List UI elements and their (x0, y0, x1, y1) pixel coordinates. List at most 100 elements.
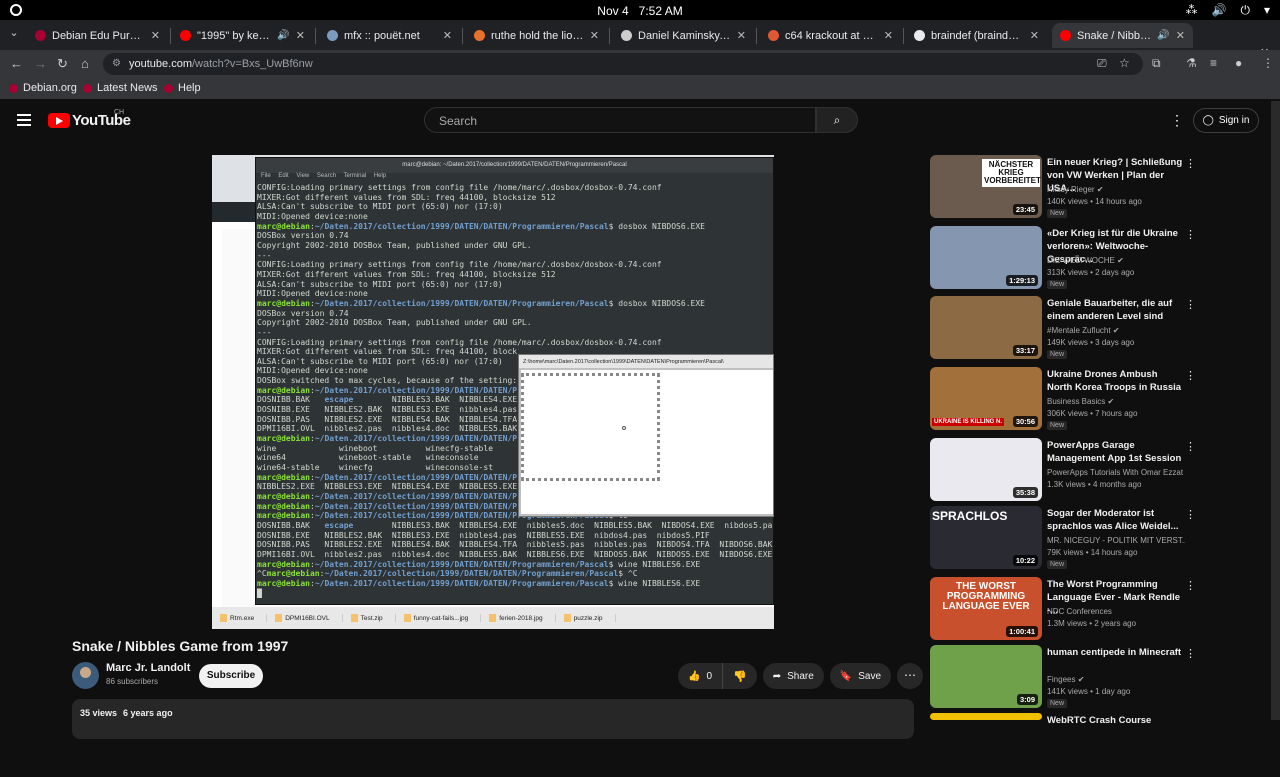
thumbnail-text: UKRAINE IS KILLING N. (932, 418, 1005, 426)
recommendation-menu-icon[interactable]: ⋮ (1185, 157, 1196, 170)
site-info-icon[interactable]: ⚙ (112, 58, 121, 69)
video-thumbnail[interactable]: UKRAINE IS KILLING N. 30:56 (930, 367, 1042, 430)
labs-icon[interactable]: ⚗ (1186, 56, 1197, 70)
duration-badge: 33:17 (1012, 345, 1038, 356)
forward-button[interactable]: → (34, 56, 47, 71)
recommendation-menu-icon[interactable]: ⋮ (1185, 579, 1196, 592)
guide-menu-icon[interactable] (17, 114, 31, 126)
volume-icon: 🔊 (1211, 3, 1227, 17)
back-button[interactable]: ← (10, 56, 23, 71)
video-thumbnail[interactable]: 33:17 (930, 296, 1042, 359)
audio-playing-icon[interactable]: 🔊 (1157, 30, 1169, 41)
description-box[interactable]: 35 views 6 years ago (72, 699, 914, 739)
recommendation-title[interactable]: PowerApps Garage Management App 1st Sess… (1047, 439, 1185, 465)
browser-tab[interactable]: mfx :: pouët.net ✕ (319, 23, 460, 48)
reload-button[interactable]: ↻ (57, 56, 68, 72)
dislike-button[interactable]: 👎 (723, 663, 757, 689)
recommendation-item[interactable]: 1:29:13 «Der Krieg ist für die Ukraine ve… (930, 226, 1270, 290)
sign-in-button[interactable]: ◯ Sign in (1193, 108, 1259, 133)
recommendation-item[interactable]: SPRACHLOS 10:22 Sogar der Moderator ist sp… (930, 506, 1270, 570)
recommendation-menu-icon[interactable]: ⋮ (1185, 440, 1196, 453)
recommendation-item[interactable]: 33:17 Geniale Bauarbeiter, die auf einem … (930, 296, 1270, 360)
recommendation-channel[interactable]: Krissy Rieger ✔ (1047, 185, 1185, 194)
more-actions-button[interactable]: ⋯ (897, 663, 924, 689)
tab-favicon-icon (180, 30, 191, 41)
browser-menu-icon[interactable]: ⋮ (1262, 56, 1274, 70)
bookmark-latest-news[interactable]: Latest News (83, 82, 158, 94)
tab-close-icon[interactable]: ✕ (151, 29, 160, 42)
recommendation-channel[interactable]: PowerApps Tutorials With Omar Ezzat (1047, 468, 1185, 477)
profile-icon[interactable]: ● (1235, 56, 1242, 70)
page-scrollbar[interactable] (1271, 101, 1280, 720)
search-input[interactable]: Search (424, 107, 816, 133)
settings-menu-icon[interactable]: ⋮ (1170, 112, 1184, 129)
recommendation-menu-icon[interactable]: ⋮ (1185, 508, 1196, 521)
browser-tab[interactable]: Debian Edu Pure Blend ✕ (27, 23, 168, 48)
tab-close-icon[interactable]: ✕ (884, 29, 893, 42)
recommendation-menu-icon[interactable]: ⋮ (1185, 228, 1196, 241)
video-thumbnail[interactable]: THE WORST PROGRAMMING LANGUAGE EVER 1:00:… (930, 577, 1042, 640)
save-button[interactable]: 🔖 Save (829, 663, 892, 689)
video-player[interactable]: marc@debian: ~/Daten.2017/collection/199… (212, 155, 774, 629)
share-button[interactable]: ➦ Share (762, 663, 824, 689)
recommendation-item[interactable]: NÄCHSTER KRIEG VORBEREITET 23:45 Ein neuer… (930, 155, 1270, 219)
browser-tab[interactable]: Daniel Kaminsky, Inter ✕ (613, 23, 754, 48)
tab-close-icon[interactable]: ✕ (443, 29, 452, 42)
recommendation-title[interactable]: Ukraine Drones Ambush North Korea Troops… (1047, 368, 1185, 394)
tab-close-icon[interactable]: ✕ (1030, 29, 1039, 42)
address-bar[interactable]: ⚙ youtube.com/watch?v=Bxs_UwBf6nw (103, 53, 1143, 75)
youtube-logo[interactable]: YouTube CH (48, 109, 131, 129)
video-thumbnail[interactable]: 35:38 (930, 438, 1042, 501)
subscribe-button[interactable]: Subscribe (199, 664, 263, 688)
video-thumbnail[interactable]: SPRACHLOS 10:22 (930, 506, 1042, 569)
search-button[interactable]: ⌕ (816, 107, 858, 133)
video-thumbnail[interactable]: 3:09 (930, 645, 1042, 708)
home-button[interactable]: ⌂ (81, 56, 89, 71)
recommendation-channel[interactable]: MR. NICEGUY - POLITIK MIT VERST... (1047, 536, 1185, 545)
browser-tab[interactable]: c64 krackout at DuckD ✕ (760, 23, 901, 48)
browser-tab[interactable]: Snake / Nibbles Gam🔊 ✕ (1052, 23, 1193, 48)
bookmark-debian[interactable]: Debian.org (9, 82, 77, 94)
bookmark-help[interactable]: Help (164, 82, 201, 94)
recommendation-title[interactable]: human centipede in Minecraft (1047, 646, 1185, 659)
recommendation-title[interactable]: Geniale Bauarbeiter, die auf einem ander… (1047, 297, 1185, 323)
recommendation-menu-icon[interactable]: ⋮ (1185, 369, 1196, 382)
recommendation-menu-icon[interactable]: ⋮ (1185, 647, 1196, 660)
tab-favicon-icon (474, 30, 485, 41)
avatar[interactable] (72, 662, 99, 689)
tab-search-icon[interactable]: ⌄ (6, 26, 22, 42)
recommendation-channel[interactable]: #Mentale Zuflucht ✔ (1047, 326, 1185, 335)
tab-close-icon[interactable]: ✕ (590, 29, 599, 42)
recommendation-title[interactable]: Sogar der Moderator ist sprachlos was Al… (1047, 507, 1185, 533)
bookmark-star-icon[interactable]: ☆ (1119, 56, 1130, 70)
install-app-icon[interactable]: ⎚ (1097, 56, 1107, 71)
media-controls-icon[interactable]: ≡ (1210, 56, 1217, 70)
recommendation-menu-icon[interactable]: ⋮ (1185, 298, 1196, 311)
recommendation-title[interactable]: WebRTC Crash Course (1047, 714, 1185, 727)
tab-close-icon[interactable]: ✕ (1176, 29, 1185, 42)
video-thumbnail[interactable]: NÄCHSTER KRIEG VORBEREITET 23:45 (930, 155, 1042, 218)
recommendation-item[interactable]: WebRTC Crash Course (930, 713, 1270, 777)
recommendation-item[interactable]: UKRAINE IS KILLING N. 30:56 Ukraine Drones… (930, 367, 1270, 431)
system-tray[interactable]: ⁂ 🔊 ⏻ ▾ (1186, 3, 1270, 18)
extensions-icon[interactable]: ⧉ (1152, 56, 1161, 71)
video-thumbnail[interactable]: 1:29:13 (930, 226, 1042, 289)
recommendation-item[interactable]: THE WORST PROGRAMMING LANGUAGE EVER 1:00:… (930, 577, 1270, 641)
browser-tab[interactable]: braindef (braindef) / R ✕ (906, 23, 1047, 48)
video-thumbnail[interactable] (930, 713, 1042, 720)
recommendation-channel[interactable]: NDC Conferences (1047, 607, 1185, 616)
browser-tab[interactable]: "1995" by kewlers 🔊 ✕ (172, 23, 313, 48)
recommendation-item[interactable]: 35:38 PowerApps Garage Management App 1st… (930, 438, 1270, 502)
tab-close-icon[interactable]: ✕ (737, 29, 746, 42)
audio-playing-icon[interactable]: 🔊 (277, 30, 289, 41)
recommendation-channel[interactable]: DIE WELTWOCHE ✔ (1047, 256, 1185, 265)
system-clock[interactable]: Nov 4 7:52 AM (0, 4, 1280, 18)
channel-name[interactable]: Marc Jr. Landolt (106, 662, 190, 674)
recommendation-channel[interactable]: Business Basics ✔ (1047, 397, 1185, 406)
like-button[interactable]: 👍 0 (678, 663, 724, 689)
recommendation-item[interactable]: 3:09 human centipede in Minecraft Fingees … (930, 645, 1270, 709)
browser-tab[interactable]: ruthe hold the lion at D ✕ (466, 23, 607, 48)
tab-close-icon[interactable]: ✕ (296, 29, 305, 42)
recommendation-channel[interactable]: Fingees ✔ (1047, 675, 1185, 684)
tab-favicon-icon (621, 30, 632, 41)
